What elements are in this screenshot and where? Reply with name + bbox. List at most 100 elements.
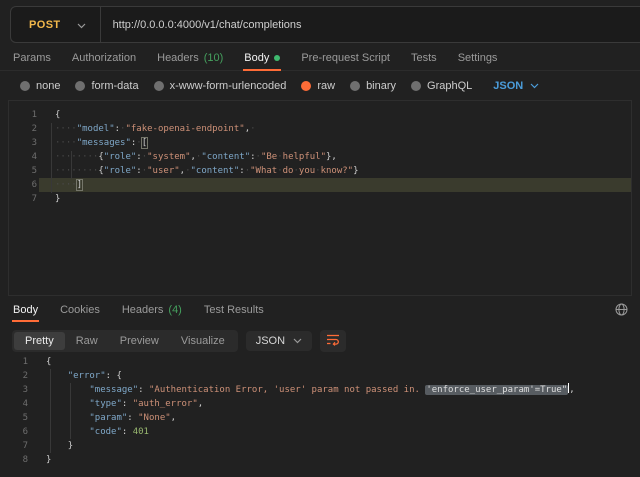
- code-line: 7}: [9, 192, 631, 206]
- code-token: "role": [104, 152, 137, 162]
- code-token: :: [122, 399, 133, 409]
- body-mode-radio-x-www-form-urlencoded[interactable]: x-www-form-urlencoded: [154, 80, 287, 92]
- code-token: "Be: [261, 152, 277, 162]
- code-token: ,: [171, 413, 176, 423]
- code-token: :: [127, 413, 138, 423]
- tab-headers-count: (10): [204, 52, 224, 64]
- tab-headers[interactable]: Headers(10): [156, 46, 224, 70]
- globe-icon[interactable]: [615, 303, 628, 321]
- response-tab-cookies[interactable]: Cookies: [59, 299, 101, 321]
- body-mode-label-binary: binary: [366, 80, 396, 92]
- line-number: 6: [9, 178, 39, 192]
- code-line: 4 "type": "auth_error",: [0, 397, 640, 411]
- line-number: 5: [0, 411, 30, 425]
- code-line: 1{: [9, 108, 631, 122]
- radio-dot-icon: [411, 81, 421, 91]
- tab-body[interactable]: Body: [243, 46, 281, 70]
- code-line: 3····"messages":·[: [9, 136, 631, 150]
- request-body-editor[interactable]: 1{2····"model":·"fake-openai-endpoint",·…: [8, 100, 632, 296]
- radio-dot-icon: [154, 81, 164, 91]
- code-content: {: [39, 108, 631, 122]
- tab-pre-request-script[interactable]: Pre-request Script: [300, 46, 391, 70]
- code-token: "None": [138, 413, 171, 423]
- code-token: "content": [201, 152, 250, 162]
- body-mode-radio-raw[interactable]: raw: [301, 80, 335, 92]
- code-token: "system": [147, 152, 190, 162]
- code-token: ········: [55, 152, 98, 162]
- response-tab-body[interactable]: Body: [12, 299, 39, 321]
- view-toggle-group: PrettyRawPreviewVisualize: [12, 330, 238, 352]
- code-content: ····"messages":·[: [39, 136, 631, 150]
- code-token: }: [55, 194, 60, 204]
- body-mode-radio-binary[interactable]: binary: [350, 80, 396, 92]
- code-token: ········: [55, 166, 98, 176]
- code-token: "error": [68, 371, 106, 381]
- code-token: {: [55, 110, 60, 120]
- response-language-select[interactable]: JSON: [246, 331, 312, 351]
- code-content: {: [30, 355, 640, 369]
- line-number: 2: [9, 122, 39, 136]
- tab-pre-request-script-label: Pre-request Script: [301, 52, 390, 64]
- tab-tests-label: Tests: [411, 52, 437, 64]
- view-toggle-raw[interactable]: Raw: [65, 332, 109, 350]
- code-token: "Authentication Error, 'user' param not …: [149, 385, 425, 395]
- code-token: "code": [89, 427, 122, 437]
- code-token: ]: [77, 180, 82, 190]
- tab-authorization[interactable]: Authorization: [71, 46, 137, 70]
- tab-authorization-label: Authorization: [72, 52, 136, 64]
- response-tab-headers[interactable]: Headers(4): [121, 299, 183, 321]
- line-number: 4: [0, 397, 30, 411]
- code-content: ····]: [39, 178, 631, 192]
- body-mode-radio-graphql[interactable]: GraphQL: [411, 80, 472, 92]
- code-token: do: [283, 166, 294, 176]
- view-toggle-preview[interactable]: Preview: [109, 332, 170, 350]
- method-select[interactable]: POST: [11, 16, 100, 34]
- code-token: ,: [198, 399, 203, 409]
- radio-dot-icon: [301, 81, 311, 91]
- radio-dot-icon: [75, 81, 85, 91]
- response-toolbar: PrettyRawPreviewVisualize JSON: [12, 329, 346, 353]
- wrap-text-button[interactable]: [320, 330, 346, 352]
- code-content: }: [39, 192, 631, 206]
- indent-guide: [51, 123, 52, 193]
- tab-tests[interactable]: Tests: [410, 46, 438, 70]
- url-input[interactable]: http://0.0.0.0:4000/v1/chat/completions: [101, 19, 302, 31]
- tab-settings-label: Settings: [458, 52, 498, 64]
- code-token: know?": [321, 166, 354, 176]
- response-language-label: JSON: [256, 335, 285, 347]
- response-body-viewer[interactable]: 1{2 "error": {3 "message": "Authenticati…: [0, 353, 640, 477]
- tab-body-label: Body: [244, 52, 269, 64]
- code-token: ·: [136, 138, 141, 148]
- tab-settings[interactable]: Settings: [457, 46, 499, 70]
- code-token: "model": [77, 124, 115, 134]
- view-toggle-pretty[interactable]: Pretty: [14, 332, 65, 350]
- body-mode-radio-none[interactable]: none: [20, 80, 60, 92]
- line-number: 8: [0, 453, 30, 467]
- code-token: "role": [104, 166, 137, 176]
- radio-dot-icon: [20, 81, 30, 91]
- response-tab-headers-count: (4): [168, 304, 181, 316]
- response-tab-test-results[interactable]: Test Results: [203, 299, 265, 321]
- response-tab-test-results-label: Test Results: [204, 304, 264, 316]
- code-token: "What: [250, 166, 277, 176]
- line-number: 5: [9, 164, 39, 178]
- body-mode-row: none form-data x-www-form-urlencoded raw bin…: [0, 75, 539, 97]
- body-mode-radio-form-data[interactable]: form-data: [75, 80, 138, 92]
- code-content: "type": "auth_error",: [30, 397, 640, 411]
- view-toggle-visualize[interactable]: Visualize: [170, 332, 236, 350]
- code-token: "fake-openai-endpoint": [125, 124, 244, 134]
- code-content: "error": {: [30, 369, 640, 383]
- code-content: }: [30, 439, 640, 453]
- radio-dot-icon: [350, 81, 360, 91]
- line-number: 4: [9, 150, 39, 164]
- line-number: 1: [9, 108, 39, 122]
- code-token: "content": [191, 166, 240, 176]
- tab-params[interactable]: Params: [12, 46, 52, 70]
- raw-language-select[interactable]: JSON: [493, 80, 539, 92]
- request-url-bar: POST http://0.0.0.0:4000/v1/chat/complet…: [10, 6, 640, 43]
- request-tabs: Params Authorization Headers(10) Body Pre-re…: [0, 46, 640, 71]
- response-tab-cookies-label: Cookies: [60, 304, 100, 316]
- unsaved-changes-dot: [274, 55, 280, 61]
- code-token: }: [68, 441, 73, 451]
- code-token: "param": [89, 413, 127, 423]
